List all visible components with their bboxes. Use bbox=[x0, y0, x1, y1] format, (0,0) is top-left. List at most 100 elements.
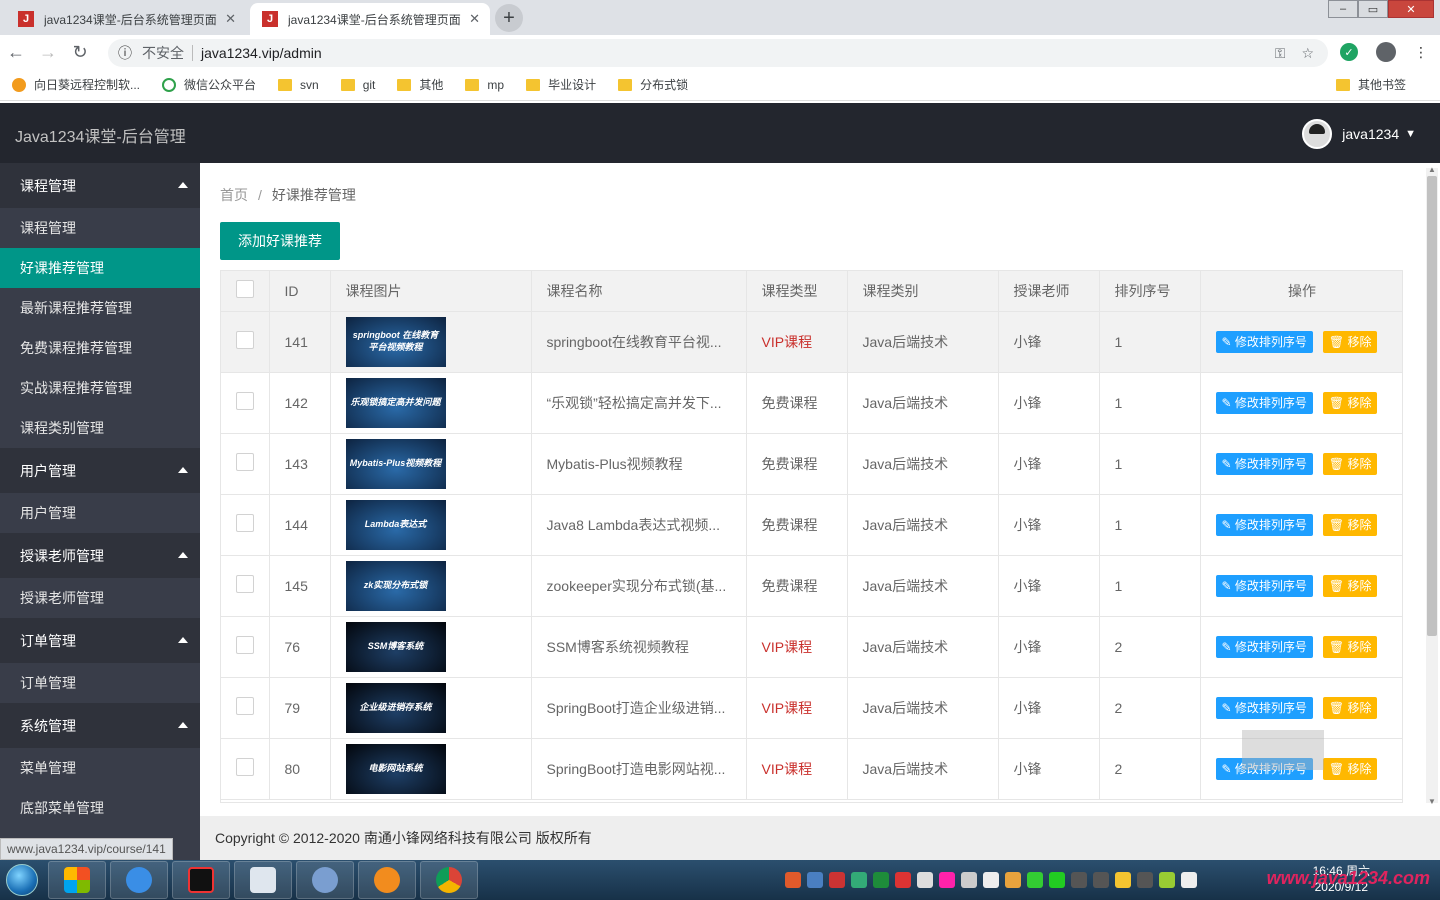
edit-order-button[interactable]: ✎ 修改排列序号 bbox=[1215, 391, 1313, 414]
scroll-down-icon[interactable]: ▼ bbox=[1428, 797, 1436, 806]
edit-order-button[interactable]: ✎ 修改排列序号 bbox=[1215, 330, 1313, 353]
tray-icon[interactable] bbox=[1115, 872, 1131, 888]
select-all-checkbox[interactable] bbox=[236, 280, 254, 299]
reload-icon[interactable]: ↻ bbox=[64, 42, 96, 63]
url-text[interactable]: java1234.vip/admin bbox=[201, 45, 322, 61]
add-good-course-button[interactable]: 添加好课推荐 bbox=[220, 222, 340, 260]
tray-icon[interactable] bbox=[895, 872, 911, 888]
menu-dots-icon[interactable]: ⋮ bbox=[1414, 44, 1428, 61]
remove-button[interactable]: 🗑 移除 bbox=[1322, 696, 1378, 719]
extension-icon[interactable]: ✓ bbox=[1340, 43, 1358, 61]
other-bookmarks[interactable]: 其他书签 bbox=[1335, 76, 1406, 93]
close-tab-icon[interactable]: ✕ bbox=[225, 11, 236, 27]
taskbar-app[interactable] bbox=[48, 861, 106, 899]
sidebar-group-user[interactable]: 用户管理 bbox=[0, 448, 200, 493]
taskbar-app[interactable] bbox=[296, 861, 354, 899]
forward-icon[interactable]: → bbox=[32, 42, 64, 63]
tray-icon[interactable] bbox=[983, 872, 999, 888]
user-menu[interactable]: java1234 ▼ bbox=[1302, 119, 1416, 149]
tray-icon[interactable] bbox=[961, 872, 977, 888]
volume-icon[interactable] bbox=[1181, 872, 1197, 888]
vertical-scrollbar[interactable]: ▲ ▼ bbox=[1426, 165, 1438, 806]
tray-icon[interactable] bbox=[1093, 872, 1109, 888]
bookmark-folder[interactable]: 毕业设计 bbox=[526, 76, 596, 93]
edit-order-button[interactable]: ✎ 修改排列序号 bbox=[1215, 635, 1313, 658]
breadcrumb-home[interactable]: 首页 bbox=[220, 187, 248, 203]
scrollbar-thumb[interactable] bbox=[1427, 176, 1437, 636]
close-window-button[interactable]: ✕ bbox=[1388, 0, 1434, 18]
remove-button[interactable]: 🗑 移除 bbox=[1322, 330, 1378, 353]
sidebar-item-menu[interactable]: 菜单管理 bbox=[0, 748, 200, 788]
bookmark-folder[interactable]: 分布式锁 bbox=[618, 76, 688, 93]
tray-icon[interactable] bbox=[1137, 872, 1153, 888]
sidebar-item-user[interactable]: 用户管理 bbox=[0, 493, 200, 533]
sidebar-item-practical-course[interactable]: 实战课程推荐管理 bbox=[0, 368, 200, 408]
sidebar-group-teacher[interactable]: 授课老师管理 bbox=[0, 533, 200, 578]
tray-icon[interactable] bbox=[785, 872, 801, 888]
sidebar-item-good-course[interactable]: 好课推荐管理 bbox=[0, 248, 200, 288]
start-button[interactable] bbox=[0, 860, 44, 900]
maximize-button[interactable]: ▭ bbox=[1358, 0, 1388, 18]
row-checkbox[interactable] bbox=[236, 453, 254, 471]
row-checkbox[interactable] bbox=[236, 575, 254, 593]
remove-button[interactable]: 🗑 移除 bbox=[1322, 574, 1378, 597]
remove-button[interactable]: 🗑 移除 bbox=[1322, 391, 1378, 414]
taskbar-app[interactable] bbox=[420, 861, 478, 899]
scroll-up-icon[interactable]: ▲ bbox=[1428, 165, 1436, 174]
tray-icon[interactable] bbox=[873, 872, 889, 888]
url-field[interactable]: ⓘ 不安全 java1234.vip/admin ⚿ ☆ bbox=[108, 39, 1328, 67]
edit-order-button[interactable]: ✎ 修改排列序号 bbox=[1215, 513, 1313, 536]
bookmark-item[interactable]: 微信公众平台 bbox=[162, 76, 256, 93]
bookmark-folder[interactable]: git bbox=[340, 78, 375, 92]
edit-order-button[interactable]: ✎ 修改排列序号 bbox=[1215, 452, 1313, 475]
row-checkbox[interactable] bbox=[236, 697, 254, 715]
taskbar-app[interactable] bbox=[358, 861, 416, 899]
tray-icon[interactable] bbox=[1071, 872, 1087, 888]
back-icon[interactable]: ← bbox=[0, 42, 32, 63]
security-label[interactable]: 不安全 bbox=[142, 43, 184, 63]
tray-icon[interactable] bbox=[917, 872, 933, 888]
profile-icon[interactable] bbox=[1376, 42, 1396, 62]
key-icon[interactable]: ⚿ bbox=[1275, 45, 1286, 62]
bookmark-folder[interactable]: svn bbox=[278, 78, 319, 92]
remove-button[interactable]: 🗑 移除 bbox=[1322, 635, 1378, 658]
taskbar-app[interactable] bbox=[110, 861, 168, 899]
taskbar-app[interactable] bbox=[234, 861, 292, 899]
star-icon[interactable]: ☆ bbox=[1301, 45, 1314, 62]
taskbar-app[interactable] bbox=[172, 861, 230, 899]
bookmark-item[interactable]: 向日葵远程控制软... bbox=[12, 76, 140, 93]
tray-icon[interactable] bbox=[829, 872, 845, 888]
remove-button[interactable]: 🗑 移除 bbox=[1322, 513, 1378, 536]
tray-icon[interactable] bbox=[1049, 872, 1065, 888]
tray-icon[interactable] bbox=[807, 872, 823, 888]
tray-icon[interactable] bbox=[851, 872, 867, 888]
tray-icon[interactable] bbox=[1027, 872, 1043, 888]
sidebar-group-order[interactable]: 订单管理 bbox=[0, 618, 200, 663]
sidebar-item-new-course[interactable]: 最新课程推荐管理 bbox=[0, 288, 200, 328]
bookmark-folder[interactable]: mp bbox=[465, 78, 504, 92]
bookmark-folder[interactable]: 其他 bbox=[397, 76, 443, 93]
edit-order-button[interactable]: ✎ 修改排列序号 bbox=[1215, 574, 1313, 597]
tray-icon[interactable] bbox=[1005, 872, 1021, 888]
sidebar-item-teacher[interactable]: 授课老师管理 bbox=[0, 578, 200, 618]
info-icon[interactable]: ⓘ bbox=[118, 43, 132, 63]
row-checkbox[interactable] bbox=[236, 331, 254, 349]
remove-button[interactable]: 🗑 移除 bbox=[1322, 452, 1378, 475]
remove-button[interactable]: 🗑 移除 bbox=[1322, 757, 1378, 780]
sidebar-item-course-category[interactable]: 课程类别管理 bbox=[0, 408, 200, 448]
sidebar-group-system[interactable]: 系统管理 bbox=[0, 703, 200, 748]
browser-tab-active[interactable]: J java1234课堂-后台系统管理页面 ✕ bbox=[250, 3, 490, 35]
sidebar-group-course[interactable]: 课程管理 bbox=[0, 163, 200, 208]
edit-order-button[interactable]: ✎ 修改排列序号 bbox=[1215, 696, 1313, 719]
tray-icon[interactable] bbox=[1159, 872, 1175, 888]
row-checkbox[interactable] bbox=[236, 514, 254, 532]
browser-tab[interactable]: J java1234课堂-后台系统管理页面 ✕ bbox=[6, 3, 246, 35]
tray-icon[interactable] bbox=[939, 872, 955, 888]
row-checkbox[interactable] bbox=[236, 758, 254, 776]
new-tab-button[interactable]: + bbox=[495, 4, 523, 32]
sidebar-item-footer-menu[interactable]: 底部菜单管理 bbox=[0, 788, 200, 828]
close-tab-icon[interactable]: ✕ bbox=[469, 11, 480, 27]
minimize-button[interactable]: – bbox=[1328, 0, 1358, 18]
sidebar-item-free-course[interactable]: 免费课程推荐管理 bbox=[0, 328, 200, 368]
sidebar-item-order[interactable]: 订单管理 bbox=[0, 663, 200, 703]
